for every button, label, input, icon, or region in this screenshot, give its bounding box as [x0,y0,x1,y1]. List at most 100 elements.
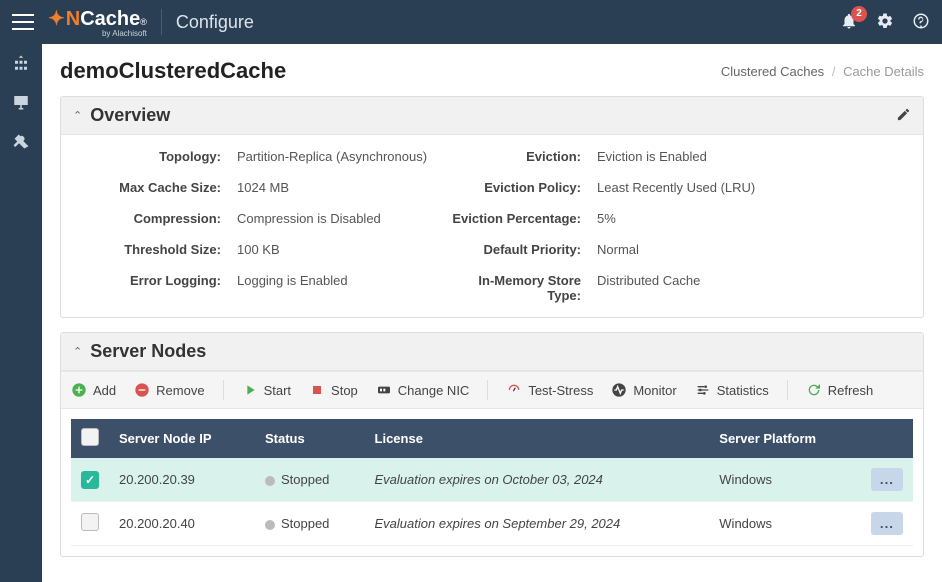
server-nodes-title: Server Nodes [90,341,206,362]
statistics-label: Statistics [717,383,769,398]
value-error-logging: Logging is Enabled [237,273,437,303]
refresh-label: Refresh [828,383,874,398]
server-nodes-header[interactable]: ⌃ Server Nodes [61,333,923,371]
notif-badge: 2 [851,6,867,22]
test-stress-button[interactable]: Test-Stress [506,382,593,398]
page-title: demoClusteredCache [60,58,286,84]
chevron-up-icon: ⌃ [73,345,82,358]
label-compression: Compression: [79,211,227,226]
play-icon [242,382,258,398]
divider [161,9,162,35]
row-menu-button[interactable]: ... [871,468,903,491]
test-stress-label: Test-Stress [528,383,593,398]
edit-button[interactable] [896,107,911,125]
overview-panel: ⌃ Overview Topology: Partition-Replica (… [60,96,924,318]
main-content: demoClusteredCache Clustered Caches / Ca… [42,44,942,582]
col-license[interactable]: License [365,419,710,458]
value-eviction-policy: Least Recently Used (LRU) [597,180,905,195]
select-all-checkbox[interactable] [81,428,99,446]
label-threshold-size: Threshold Size: [79,242,227,257]
label-topology: Topology: [79,149,227,164]
status-dot-icon [265,476,275,486]
stop-label: Stop [331,383,358,398]
settings-button[interactable] [876,12,894,33]
cell-status: Stopped [255,502,365,546]
cell-platform: Windows [709,458,861,502]
server-nodes-table: Server Node IP Status License Server Pla… [71,419,913,546]
brand-reg: ® [140,17,147,27]
value-max-cache-size: 1024 MB [237,180,437,195]
stop-icon [309,382,325,398]
label-eviction-policy: Eviction Policy: [447,180,587,195]
table-row[interactable]: 20.200.20.40StoppedEvaluation expires on… [71,502,913,546]
left-rail [0,44,42,582]
remove-button[interactable]: Remove [134,382,204,398]
server-nodes-panel: ⌃ Server Nodes Add Remove Start [60,332,924,557]
row-checkbox[interactable] [81,513,99,531]
col-platform[interactable]: Server Platform [709,419,861,458]
cell-status: Stopped [255,458,365,502]
configure-label: Configure [176,12,254,33]
value-threshold-size: 100 KB [237,242,437,257]
breadcrumb: Clustered Caches / Cache Details [721,64,924,79]
brand-rest: Cache [80,8,140,31]
start-button[interactable]: Start [242,382,291,398]
row-menu-button[interactable]: ... [871,512,903,535]
cell-license: Evaluation expires on October 03, 2024 [365,458,710,502]
help-button[interactable] [912,12,930,33]
overview-panel-header[interactable]: ⌃ Overview [61,97,923,135]
gauge-icon [506,382,522,398]
change-nic-label: Change NIC [398,383,470,398]
col-status[interactable]: Status [255,419,365,458]
rail-tools-icon[interactable] [12,132,30,153]
label-error-logging: Error Logging: [79,273,227,303]
value-topology: Partition-Replica (Asynchronous) [237,149,437,164]
brand-n: N [66,8,80,31]
cell-license: Evaluation expires on September 29, 2024 [365,502,710,546]
row-checkbox[interactable] [81,471,99,489]
start-label: Start [264,383,291,398]
notifications-button[interactable]: 2 [840,12,858,33]
plus-circle-icon [71,382,87,398]
status-dot-icon [265,520,275,530]
refresh-button[interactable]: Refresh [806,382,874,398]
value-eviction: Eviction is Enabled [597,149,905,164]
add-label: Add [93,383,116,398]
breadcrumb-parent[interactable]: Clustered Caches [721,64,824,79]
change-nic-button[interactable]: Change NIC [376,382,470,398]
monitor-button[interactable]: Monitor [611,382,676,398]
breadcrumb-current: Cache Details [843,64,924,79]
chevron-up-icon: ⌃ [73,109,82,122]
label-default-priority: Default Priority: [447,242,587,257]
statistics-button[interactable]: Statistics [695,382,769,398]
value-compression: Compression is Disabled [237,211,437,226]
sliders-icon [695,382,711,398]
overview-title: Overview [90,105,170,126]
value-store-type: Distributed Cache [597,273,905,303]
refresh-icon [806,382,822,398]
cell-platform: Windows [709,502,861,546]
label-eviction-percentage: Eviction Percentage: [447,211,587,226]
label-store-type: In-Memory Store Type: [447,273,587,303]
add-button[interactable]: Add [71,382,116,398]
label-max-cache-size: Max Cache Size: [79,180,227,195]
pulse-icon [611,382,627,398]
minus-circle-icon [134,382,150,398]
hamburger-menu[interactable] [12,14,34,30]
nic-icon [376,382,392,398]
value-default-priority: Normal [597,242,905,257]
rail-cluster-icon[interactable] [12,54,30,75]
brand-logo[interactable]: ✦ N Cache ® by Alachisoft [48,6,147,38]
label-eviction: Eviction: [447,149,587,164]
value-eviction-percentage: 5% [597,211,905,226]
table-row[interactable]: 20.200.20.39StoppedEvaluation expires on… [71,458,913,502]
monitor-label: Monitor [633,383,676,398]
stop-button[interactable]: Stop [309,382,358,398]
cell-ip: 20.200.20.39 [109,458,255,502]
remove-label: Remove [156,383,204,398]
col-ip[interactable]: Server Node IP [109,419,255,458]
cell-ip: 20.200.20.40 [109,502,255,546]
top-navbar: ✦ N Cache ® by Alachisoft Configure 2 [0,0,942,44]
server-nodes-toolbar: Add Remove Start Stop Change NIC [61,371,923,409]
rail-monitor-icon[interactable] [12,93,30,114]
